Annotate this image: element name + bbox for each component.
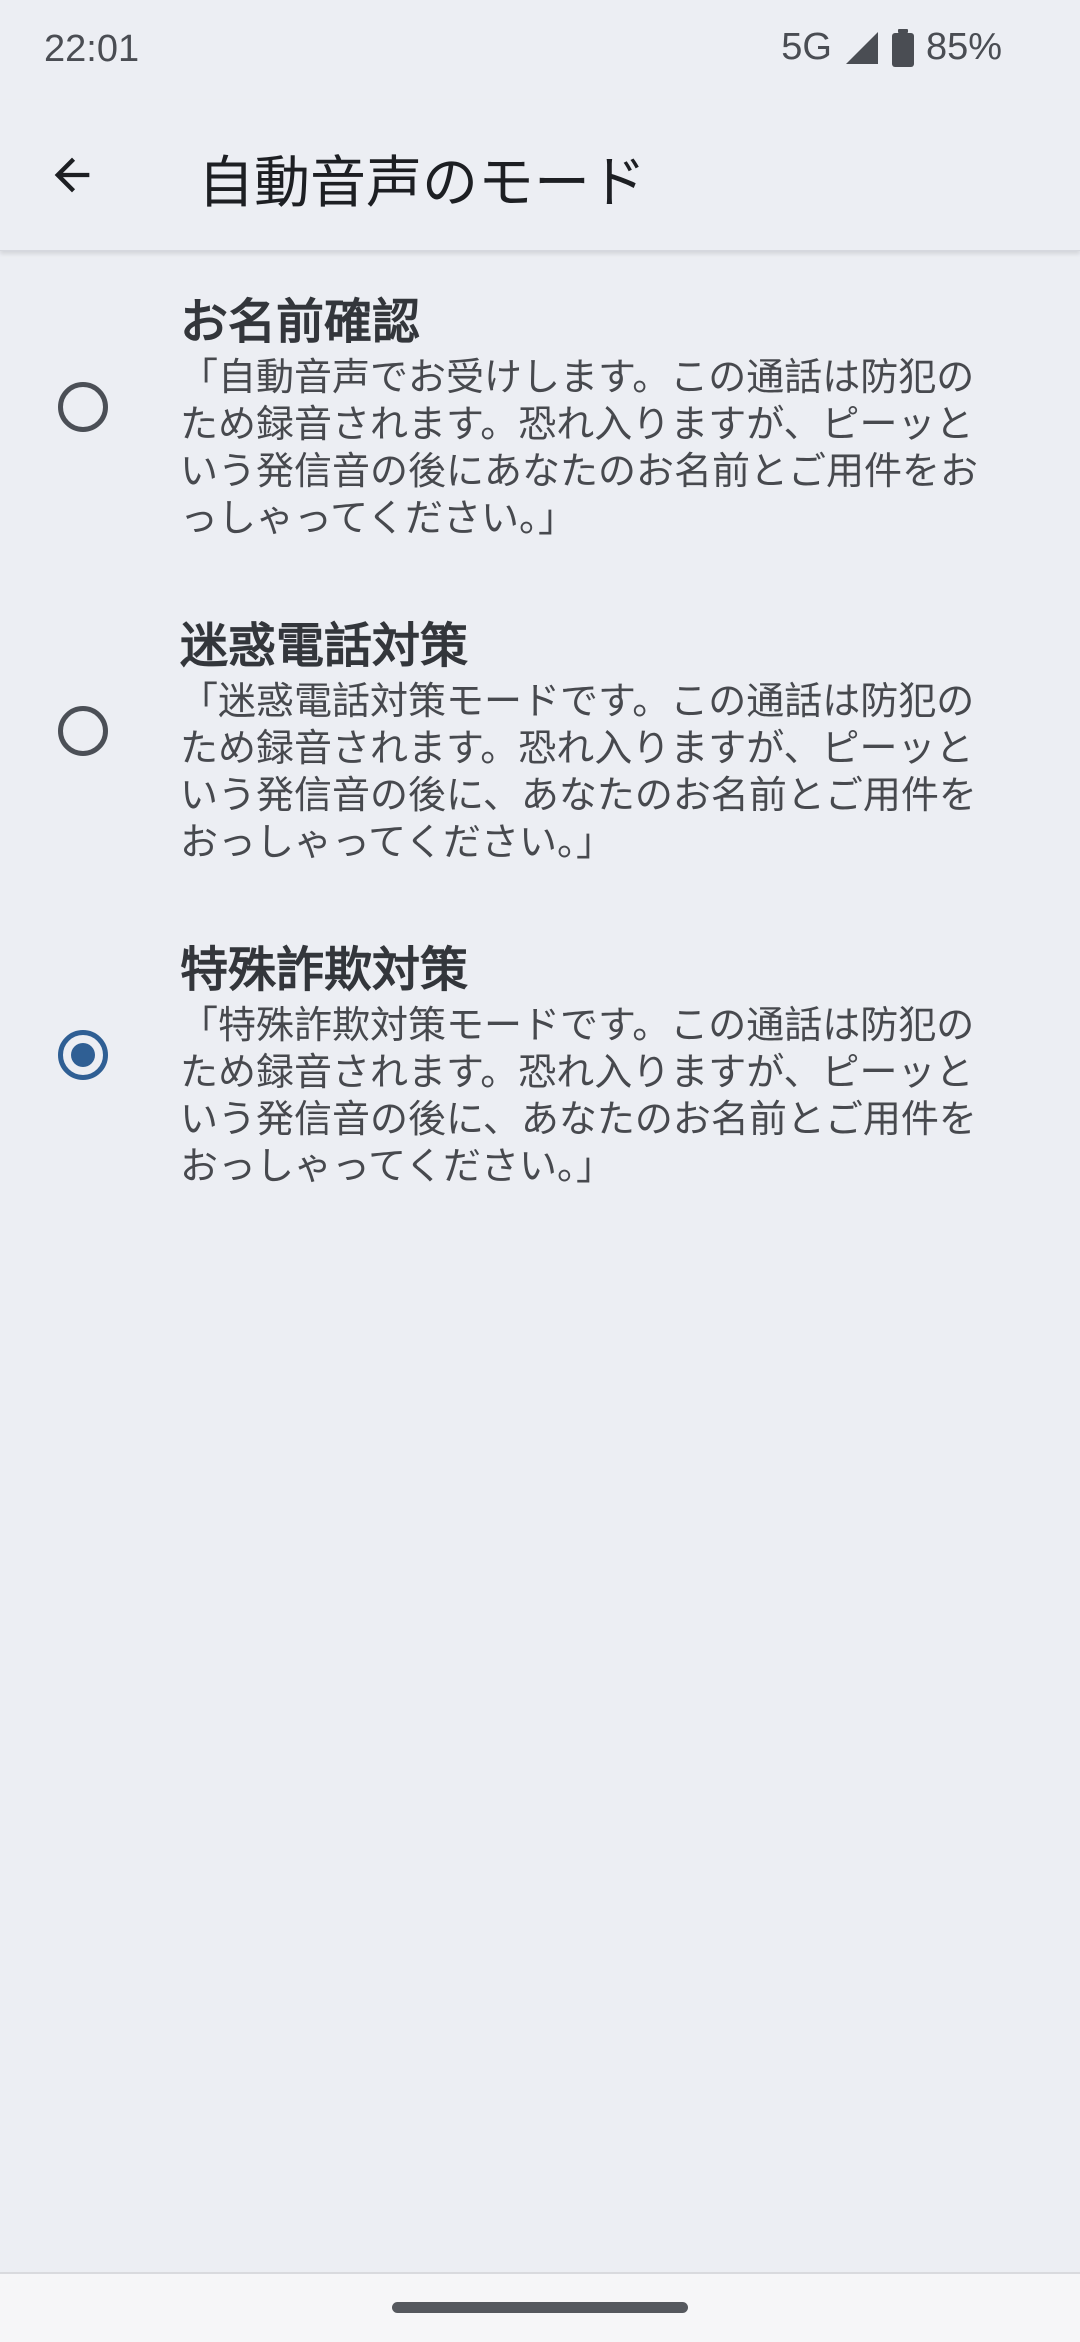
status-bar: 22:01 5G 85% [0,0,1080,100]
back-button[interactable] [30,133,114,217]
mode-options-list: お名前確認 「自動音声でお受けします。この通話は防犯のため録音されます。恐れ入り… [0,270,1080,1242]
navigation-bar [0,2272,1080,2342]
option-title: 特殊詐欺対策 [180,942,469,998]
option-title: 迷惑電話対策 [180,618,469,674]
radio-button-selected[interactable] [58,1030,108,1080]
status-icons: 5G 85% [781,26,1002,69]
home-handle[interactable] [392,2302,688,2313]
option-title: お名前確認 [180,294,421,350]
radio-button[interactable] [58,706,108,756]
option-description: 「迷惑電話対策モードです。この通話は防犯のため録音されます。恐れ入りますが、ピー… [180,679,977,864]
page-title: 自動音声のモード [198,151,646,216]
radio-button[interactable] [58,382,108,432]
arrow-back-icon [54,157,90,193]
network-type: 5G [781,26,832,68]
status-time: 22:01 [44,28,140,70]
option-description: 「特殊詐欺対策モードです。この通話は防犯のため録音されます。恐れ入りますが、ピー… [180,1003,977,1188]
option-fraud-prevention[interactable]: 特殊詐欺対策 「特殊詐欺対策モードです。この通話は防犯のため録音されます。恐れ入… [0,918,1080,1242]
option-name-confirmation[interactable]: お名前確認 「自動音声でお受けします。この通話は防犯のため録音されます。恐れ入り… [0,270,1080,594]
signal-icon [844,30,880,66]
option-description: 「自動音声でお受けします。この通話は防犯のため録音されます。恐れ入りますが、ピー… [180,355,979,540]
battery-icon [891,28,914,67]
option-nuisance-call[interactable]: 迷惑電話対策 「迷惑電話対策モードです。この通話は防犯のため録音されます。恐れ入… [0,594,1080,918]
battery-percentage: 85% [925,26,1002,68]
app-bar: 自動音声のモード [0,100,1080,251]
